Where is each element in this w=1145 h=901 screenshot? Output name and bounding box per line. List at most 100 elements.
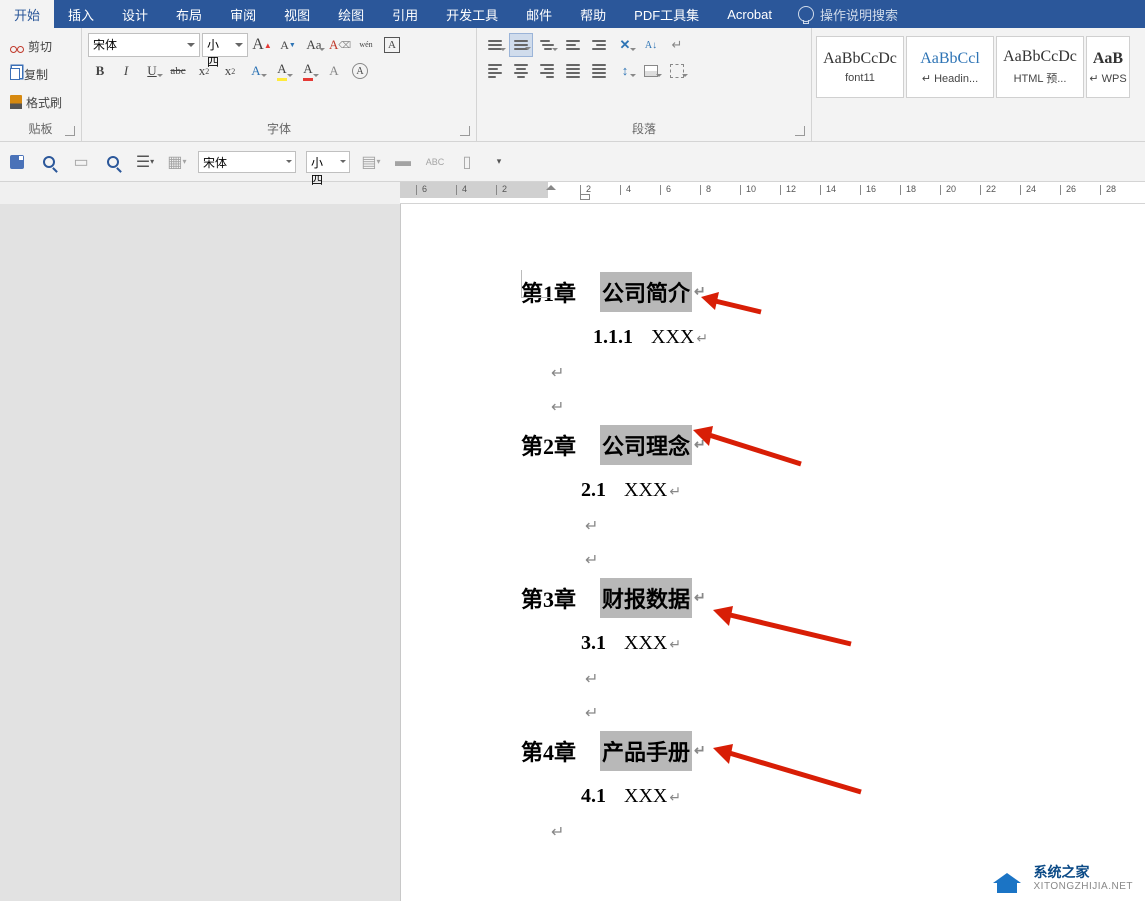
highlight-button[interactable]: A (270, 59, 294, 83)
text-effects-button[interactable]: A (244, 59, 268, 83)
character-border-button[interactable]: A (380, 33, 404, 57)
first-line-indent-marker[interactable] (546, 180, 556, 190)
character-shading-button[interactable]: A (322, 59, 346, 83)
tab-acrobat[interactable]: Acrobat (713, 0, 786, 28)
format-painter-button[interactable]: 格式刷 (6, 88, 75, 116)
qat-item-5[interactable]: ▬ (392, 151, 414, 173)
tab-draw[interactable]: 绘图 (324, 0, 378, 28)
find-button[interactable] (102, 151, 124, 173)
justify-button[interactable] (561, 59, 585, 83)
tab-pdftools[interactable]: PDF工具集 (620, 0, 713, 28)
align-center-button[interactable] (509, 59, 533, 83)
shading-button[interactable] (639, 59, 663, 83)
style-wps[interactable]: AaB ↵ WPS (1086, 36, 1130, 98)
qat-more[interactable]: ▾ (488, 151, 510, 173)
superscript-button[interactable]: x2 (218, 59, 242, 83)
watermark-logo-icon (986, 865, 1028, 893)
decrease-indent-button[interactable] (561, 33, 585, 57)
qat-item-7[interactable]: ▯ (456, 151, 478, 173)
show-marks-button[interactable]: ↵ (665, 33, 689, 57)
chapter-title: 财报数据 (600, 578, 692, 618)
style-heading[interactable]: AaBbCcl ↵ Headin... (906, 36, 994, 98)
save-icon (10, 155, 24, 169)
font-launcher[interactable] (460, 126, 470, 136)
tab-references[interactable]: 引用 (378, 0, 432, 28)
save-button[interactable] (6, 151, 28, 173)
empty-paragraph[interactable]: ↵ (585, 550, 1145, 570)
section-2-1[interactable]: 2.1XXX↵ (581, 479, 1145, 502)
paragraph-launcher[interactable] (795, 126, 805, 136)
font-color-button[interactable]: A (296, 59, 320, 83)
style-html-pre[interactable]: AaBbCcDc HTML 预... (996, 36, 1084, 98)
clipboard-launcher[interactable] (65, 126, 75, 136)
copy-label: 复制 (24, 66, 48, 83)
underline-button[interactable]: U (140, 59, 164, 83)
align-left-button[interactable] (483, 59, 507, 83)
tab-design[interactable]: 设计 (108, 0, 162, 28)
tab-home[interactable]: 开始 (0, 0, 54, 28)
italic-button[interactable]: I (114, 59, 138, 83)
horizontal-ruler[interactable]: 642246810121416182022242628 (400, 182, 1145, 204)
tab-mailings[interactable]: 邮件 (512, 0, 566, 28)
bold-button[interactable]: B (88, 59, 112, 83)
qat-item-4[interactable]: ▤▾ (360, 151, 382, 173)
empty-paragraph[interactable]: ↵ (585, 516, 1145, 536)
align-right-button[interactable] (535, 59, 559, 83)
line-spacing-button[interactable]: ↕ (613, 59, 637, 83)
subscript-button[interactable]: x2 (192, 59, 216, 83)
ribbon: 剪切 复制 格式刷 贴板 宋体 小四 A▲ A▼ Aa A⌫ wén A (0, 28, 1145, 142)
font-size-select[interactable]: 小四 (202, 33, 248, 57)
qat-item-6[interactable]: ABC (424, 151, 446, 173)
tab-view[interactable]: 视图 (270, 0, 324, 28)
asian-layout-button[interactable]: ✕ (613, 33, 637, 57)
section-1-1-1[interactable]: 1.1.1XXX↵ (593, 326, 1145, 349)
empty-paragraph[interactable]: ↵ (551, 363, 1145, 383)
tab-review[interactable]: 审阅 (216, 0, 270, 28)
search-icon (107, 156, 119, 168)
tell-me-search[interactable]: 操作说明搜索 (798, 5, 898, 24)
font-name-select[interactable]: 宋体 (88, 33, 200, 57)
qat-size-select[interactable]: 小四 (306, 151, 350, 173)
enclose-characters-button[interactable]: A (348, 59, 372, 83)
empty-paragraph[interactable]: ↵ (551, 397, 1145, 417)
qat-font-select[interactable]: 宋体 (198, 151, 296, 173)
quick-access-toolbar: ▭ ☰▾ ▦▾ 宋体 小四 ▤▾ ▬ ABC ▯ ▾ (0, 142, 1145, 182)
cut-button[interactable]: 剪切 (6, 32, 75, 60)
copy-button[interactable]: 复制 (6, 60, 75, 88)
document-area: 第1章 公司简介 ↵ 1.1.1XXX↵ ↵ ↵ 第2章 公司理念 ↵ 2.1X… (0, 204, 1145, 901)
distributed-button[interactable] (587, 59, 611, 83)
bullets-button[interactable] (483, 33, 507, 57)
empty-paragraph[interactable]: ↵ (585, 669, 1145, 689)
chapter-number: 第3章 (521, 582, 576, 614)
increase-indent-button[interactable] (587, 33, 611, 57)
section-3-1[interactable]: 3.1XXX↵ (581, 632, 1145, 655)
qat-item-1[interactable]: ▭ (70, 151, 92, 173)
phonetic-guide-button[interactable]: wén (354, 33, 378, 57)
strikethrough-button[interactable]: abc (166, 59, 190, 83)
numbering-button[interactable] (509, 33, 533, 57)
tab-insert[interactable]: 插入 (54, 0, 108, 28)
hanging-indent-marker[interactable] (580, 194, 590, 200)
empty-paragraph[interactable]: ↵ (551, 822, 1145, 842)
chapter-1-heading[interactable]: 第1章 公司简介 ↵ (521, 272, 1145, 312)
chapter-2-heading[interactable]: 第2章 公司理念 ↵ (521, 425, 1145, 465)
multilevel-list-button[interactable] (535, 33, 559, 57)
qat-item-3[interactable]: ▦▾ (166, 151, 188, 173)
watermark: 系统之家 XITONGZHIJIA.NET (986, 864, 1134, 893)
clear-formatting-button[interactable]: A⌫ (328, 33, 352, 57)
decrease-font-button[interactable]: A▼ (276, 33, 300, 57)
empty-paragraph[interactable]: ↵ (585, 703, 1145, 723)
ruler-area: 642246810121416182022242628 (0, 182, 1145, 204)
style-preview: AaBbCcl (920, 50, 980, 68)
qat-item-2[interactable]: ☰▾ (134, 151, 156, 173)
tab-help[interactable]: 帮助 (566, 0, 620, 28)
style-font11[interactable]: AaBbCcDc font11 (816, 36, 904, 98)
document-page[interactable]: 第1章 公司简介 ↵ 1.1.1XXX↵ ↵ ↵ 第2章 公司理念 ↵ 2.1X… (400, 204, 1145, 901)
change-case-button[interactable]: Aa (302, 33, 326, 57)
borders-button[interactable] (665, 59, 689, 83)
increase-font-button[interactable]: A▲ (250, 33, 274, 57)
sort-button[interactable]: A↓ (639, 33, 663, 57)
print-preview-button[interactable] (38, 151, 60, 173)
tab-developer[interactable]: 开发工具 (432, 0, 512, 28)
tab-layout[interactable]: 布局 (162, 0, 216, 28)
